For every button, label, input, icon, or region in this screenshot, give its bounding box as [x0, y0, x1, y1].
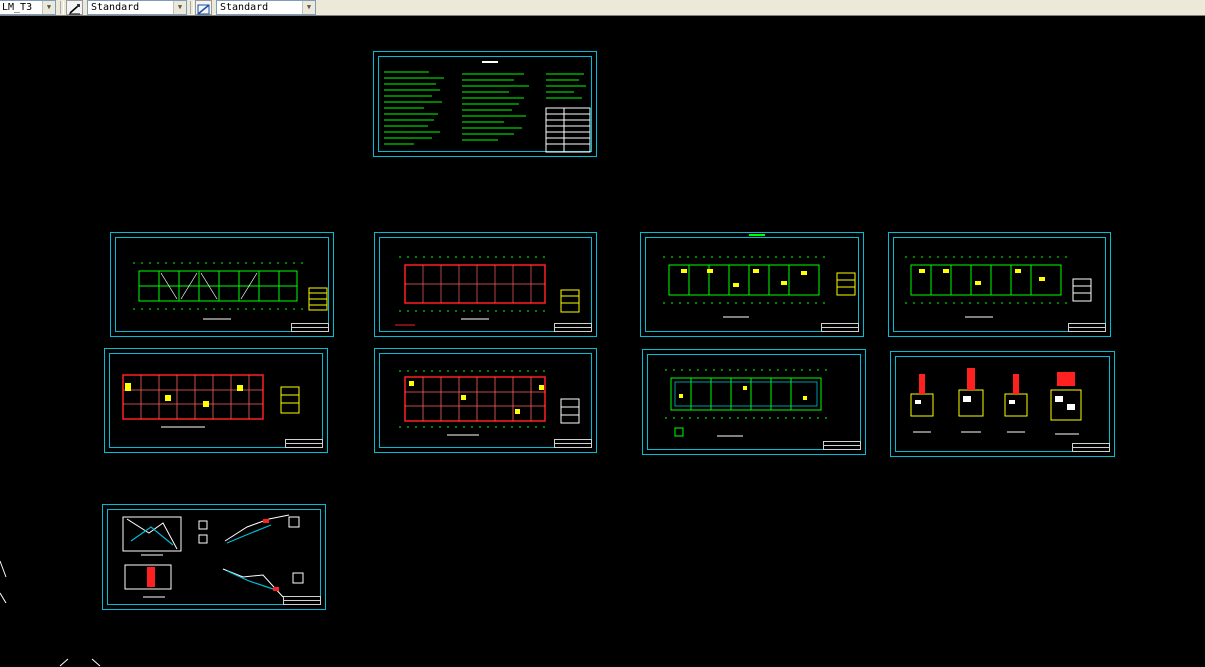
- chevron-down-icon[interactable]: ▼: [173, 1, 186, 14]
- sheet-plan-4[interactable]: [888, 232, 1111, 337]
- chevron-down-icon[interactable]: ▼: [42, 1, 55, 14]
- layer-combo[interactable]: LM_T3 ▼: [0, 0, 56, 15]
- title-block: [291, 323, 329, 332]
- ucs-icon: [59, 658, 101, 667]
- title-block: [285, 439, 323, 448]
- sheet-column-details[interactable]: [890, 351, 1115, 457]
- styles-toolbar: LM_T3 ▼ Standard ▼ Standard ▼: [0, 0, 1205, 16]
- dimension-style-combo-value: Standard: [220, 2, 269, 13]
- sheet-plan-1[interactable]: [110, 232, 334, 337]
- dimension-style-icon[interactable]: [195, 0, 212, 15]
- sheet-foundation-plan-2[interactable]: [374, 348, 597, 453]
- dimension-style-combo[interactable]: Standard ▼: [216, 0, 316, 15]
- drawing-canvas[interactable]: [0, 17, 1205, 667]
- title-block: [823, 441, 861, 450]
- chevron-down-icon[interactable]: ▼: [302, 1, 315, 14]
- sheet-plan-3[interactable]: [640, 232, 864, 337]
- text-style-combo[interactable]: Standard ▼: [87, 0, 187, 15]
- toolbar-separator: [60, 1, 64, 14]
- text-style-combo-value: Standard: [91, 2, 140, 13]
- title-block: [554, 323, 592, 332]
- title-block: [821, 323, 859, 332]
- ucs-icon: [0, 560, 7, 603]
- sheet-plan-2[interactable]: [374, 232, 597, 337]
- sheet-site-plan[interactable]: [642, 349, 866, 455]
- layer-combo-value: LM_T3: [2, 2, 33, 13]
- sheet-design-notes[interactable]: [373, 51, 597, 157]
- sheet-stair-details[interactable]: [102, 504, 326, 610]
- toolbar-separator: [190, 1, 194, 14]
- sheet-foundation-plan-1[interactable]: [104, 348, 328, 453]
- title-block: [1068, 323, 1106, 332]
- text-style-icon[interactable]: [66, 0, 83, 15]
- notes-drawing: [384, 61, 591, 153]
- title-block: [283, 596, 321, 605]
- title-block: [554, 439, 592, 448]
- title-block: [1072, 443, 1110, 452]
